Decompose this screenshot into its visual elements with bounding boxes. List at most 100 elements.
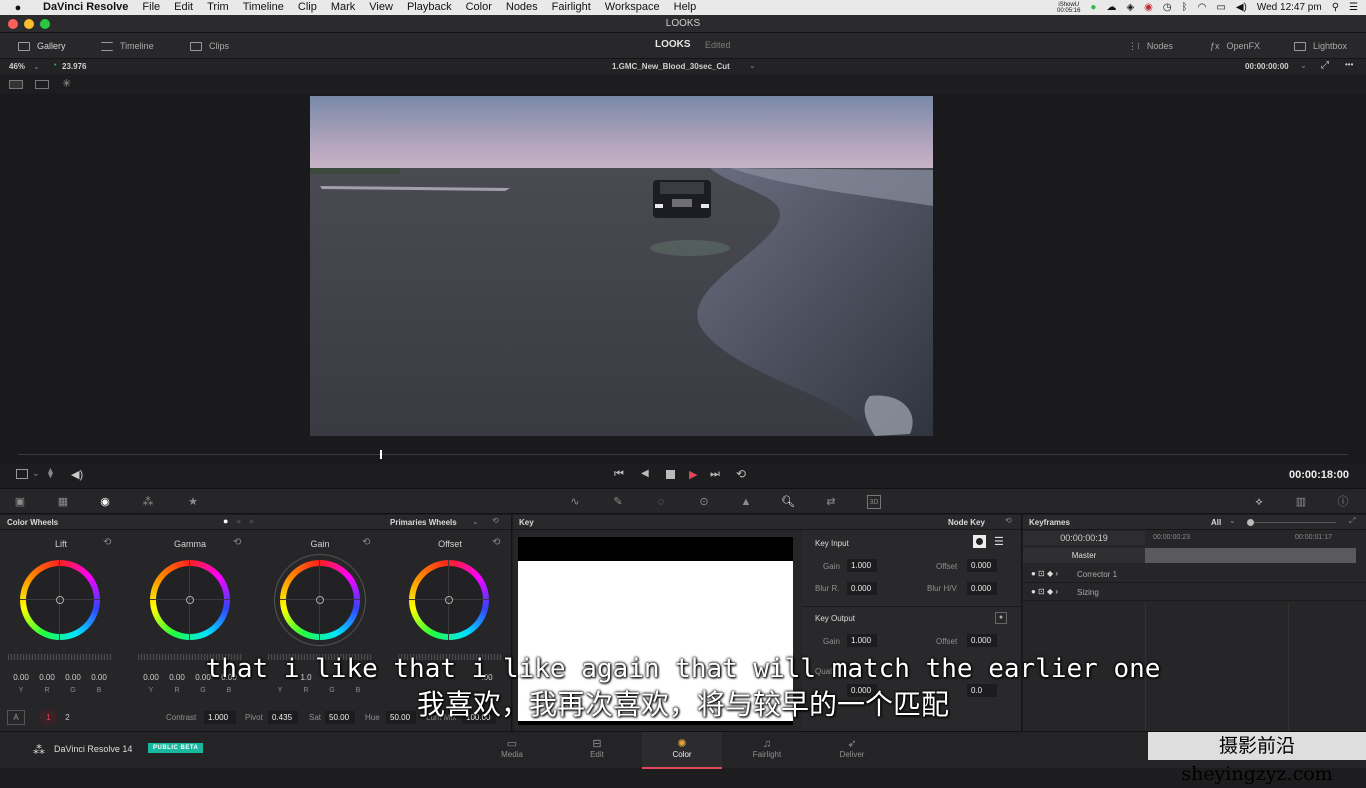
time-machine-icon[interactable]: ◷ — [1163, 2, 1172, 13]
clips-button[interactable]: Clips — [190, 33, 229, 59]
motion-effects-icon[interactable]: ★ — [186, 495, 200, 509]
blur-icon[interactable]: ▲ — [739, 495, 753, 509]
timecode-chevron-icon[interactable]: ⌄ — [1300, 61, 1307, 70]
color-match-icon[interactable]: ▦ — [56, 495, 70, 509]
airplay-icon[interactable]: ▭ — [1216, 2, 1225, 13]
volume-icon[interactable]: ◀) — [1236, 2, 1247, 13]
go-to-end-icon[interactable]: ⏭ — [710, 468, 720, 481]
menu-file[interactable]: File — [135, 0, 167, 15]
track-enable-icon[interactable]: ● ⊡ ◆ › — [1031, 587, 1058, 596]
fullscreen-icon[interactable]: ⤢ — [1321, 60, 1329, 71]
nav-edit[interactable]: ⊟ Edit — [557, 732, 637, 769]
menu-clip[interactable]: Clip — [291, 0, 324, 15]
key-input-gain-field[interactable]: 1.000 — [847, 559, 877, 572]
menu-nodes[interactable]: Nodes — [499, 0, 545, 15]
window-icon[interactable]: ◌ — [654, 495, 668, 509]
apple-icon[interactable]: ● — [0, 2, 36, 14]
mode-chevron-icon[interactable]: ⌄ — [472, 517, 479, 526]
menu-workspace[interactable]: Workspace — [598, 0, 667, 15]
gallery-button[interactable]: Gallery — [18, 33, 66, 59]
key-reset-icon[interactable]: ⟲ — [1005, 516, 1012, 525]
page-dot-2[interactable]: ● — [236, 516, 241, 526]
menu-playback[interactable]: Playback — [400, 0, 459, 15]
blur-r-field[interactable]: 0.000 — [847, 582, 877, 595]
menu-edit[interactable]: Edit — [167, 0, 200, 15]
openfx-button[interactable]: ƒx OpenFX — [1210, 33, 1260, 59]
nav-color[interactable]: ✺ Color — [642, 732, 722, 769]
zoom-dropdown[interactable]: 46% — [9, 62, 25, 71]
keyframe-master-bar[interactable] — [1145, 548, 1356, 563]
menu-help[interactable]: Help — [667, 0, 704, 15]
curves-icon[interactable]: ∿ — [568, 495, 582, 509]
video-frame[interactable] — [310, 96, 933, 436]
speaker-icon[interactable]: ◀) — [71, 468, 83, 481]
scrub-track[interactable] — [18, 454, 1348, 455]
page-dot-3[interactable]: ● — [249, 516, 254, 526]
clip-name[interactable]: 1.GMC_New_Blood_30sec_Cut — [612, 62, 730, 71]
shield-icon[interactable]: ◈ — [1126, 2, 1134, 13]
layout-chevron-icon[interactable]: ⌄ — [32, 468, 40, 479]
keyframes-icon[interactable]: ⟡ — [1252, 495, 1266, 509]
more-options-icon[interactable]: ••• — [1345, 60, 1353, 69]
lift-wheel[interactable] — [20, 560, 100, 640]
loop-icon[interactable]: ⟲ — [736, 467, 746, 481]
gain-reset-icon[interactable]: ⟲ — [362, 537, 370, 548]
key-icon[interactable]: 🔍︎ — [781, 495, 795, 509]
filter-chevron-icon[interactable]: ⌄ — [1229, 516, 1236, 525]
menu-fairlight[interactable]: Fairlight — [545, 0, 598, 15]
blur-hv-field[interactable]: 0.000 — [967, 582, 997, 595]
lift-reset-icon[interactable]: ⟲ — [103, 537, 111, 548]
offset-wheel[interactable] — [409, 560, 489, 640]
keyframe-master-track[interactable]: Master — [1023, 548, 1145, 563]
menu-trim[interactable]: Trim — [200, 0, 236, 15]
keyframe-track-row[interactable]: ● ⊡ ◆ › Corrector 1 — [1023, 566, 1366, 583]
color-wheels-icon[interactable]: ◉ — [98, 495, 112, 509]
playhead[interactable] — [380, 450, 382, 459]
key-input-offset-field[interactable]: 0.000 — [967, 559, 997, 572]
layout-icon[interactable] — [16, 469, 28, 479]
key-output-gain-field[interactable]: 1.000 — [847, 634, 877, 647]
highlight-icon[interactable]: ✳ — [62, 77, 71, 90]
camera-raw-icon[interactable]: ▣ — [13, 495, 27, 509]
cloud-icon[interactable]: ☁ — [1106, 2, 1116, 13]
key-input-toggle-icon[interactable] — [973, 535, 986, 548]
scopes-icon[interactable]: ▥ — [1294, 495, 1308, 509]
wifi-icon[interactable]: ◠ — [1198, 2, 1207, 13]
chevron-down-icon[interactable]: ⌄ — [33, 62, 40, 71]
image-wipe-icon[interactable] — [9, 80, 23, 89]
go-to-start-icon[interactable]: ⏮ — [614, 468, 624, 481]
menu-timeline[interactable]: Timeline — [236, 0, 291, 15]
nav-media[interactable]: ▭ Media — [472, 732, 552, 769]
expand-icon[interactable]: ⤢ — [1349, 516, 1355, 526]
keyframes-filter-dropdown[interactable]: All — [1211, 518, 1221, 527]
menu-color[interactable]: Color — [459, 0, 499, 15]
reverse-play-icon[interactable]: ◀ — [641, 468, 649, 479]
qualifier-icon[interactable]: ✎ — [611, 495, 625, 509]
nav-fairlight[interactable]: ♫ Fairlight — [727, 732, 807, 769]
keyframe-zoom-slider[interactable] — [1248, 522, 1336, 523]
key-output-offset-field[interactable]: 0.000 — [967, 634, 997, 647]
notification-center-icon[interactable]: ☰ — [1349, 2, 1358, 13]
sizing-icon[interactable]: ⇄ — [824, 495, 838, 509]
menu-view[interactable]: View — [362, 0, 400, 15]
track-enable-icon[interactable]: ● ⊡ ◆ › — [1031, 569, 1058, 578]
record-status-icon[interactable]: ● — [1090, 2, 1096, 13]
lightbox-button[interactable]: Lightbox — [1294, 33, 1347, 59]
nav-deliver[interactable]: ➶ Deliver — [812, 732, 892, 769]
reset-all-icon[interactable]: ⟲ — [492, 516, 499, 525]
scrub-bar[interactable] — [0, 442, 1366, 464]
tracker-icon[interactable]: ⊙ — [697, 495, 711, 509]
offset-reset-icon[interactable]: ⟲ — [492, 537, 500, 548]
showu-indicator[interactable]: iShowU 00:05:16 — [1057, 2, 1080, 14]
rgb-mixer-icon[interactable]: ⁂ — [141, 495, 155, 509]
scale-icon[interactable]: ⧫ — [48, 468, 53, 479]
info-icon[interactable]: ⓘ — [1336, 495, 1350, 509]
spotlight-icon[interactable]: ⚲ — [1332, 2, 1339, 13]
play-icon[interactable]: ▶ — [689, 468, 697, 481]
bluetooth-icon[interactable]: ᛒ — [1182, 2, 1188, 13]
menu-mark[interactable]: Mark — [324, 0, 362, 15]
davinci-icon[interactable]: ◉ — [1144, 2, 1153, 13]
menubar-clock[interactable]: Wed 12:47 pm — [1257, 2, 1322, 13]
keyframe-zoom-handle[interactable] — [1247, 519, 1254, 526]
gamma-reset-icon[interactable]: ⟲ — [233, 537, 241, 548]
